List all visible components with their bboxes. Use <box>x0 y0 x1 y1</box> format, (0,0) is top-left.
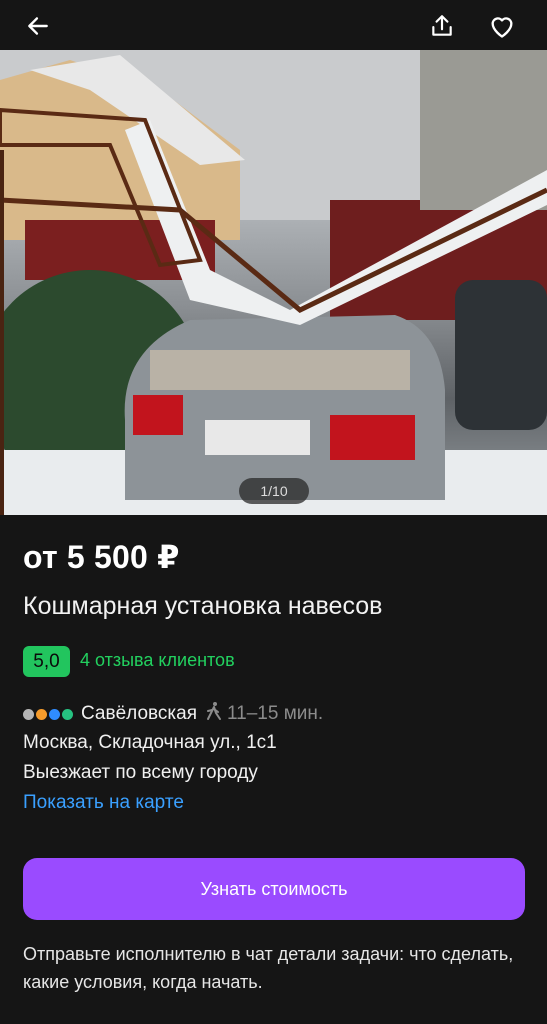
service-area: Выезжает по всему городу <box>23 762 258 783</box>
share-icon <box>432 15 452 36</box>
walking-person-icon <box>205 701 223 727</box>
share-button[interactable] <box>422 6 462 46</box>
back-button[interactable] <box>18 6 58 46</box>
listing-photo[interactable] <box>0 50 547 515</box>
metro-station: Савёловская <box>81 703 197 724</box>
reviews-link[interactable]: 4 отзыва клиентов <box>80 650 235 671</box>
favorite-button[interactable] <box>482 6 522 46</box>
heart-icon <box>491 17 513 38</box>
address: Москва, Складочная ул., 1с1 <box>23 732 277 753</box>
price: от 5 500 ₽ <box>23 539 180 575</box>
collapsed-canopy-image <box>0 50 547 515</box>
walk-time: 11–15 мин. <box>227 703 324 724</box>
photo-counter: 1/10 <box>239 478 309 504</box>
metro-line-dot <box>62 708 73 720</box>
arrow-left-icon <box>28 17 48 35</box>
chat-hint: Отправьте исполнителю в чат детали задач… <box>23 944 514 992</box>
metro-line-dot <box>36 708 47 720</box>
get-price-button[interactable]: Узнать стоимость <box>23 858 525 920</box>
metro-info: Савёловская 11–15 мин. <box>23 701 323 727</box>
top-bar <box>0 0 547 50</box>
metro-line-dot <box>23 708 34 720</box>
metro-line-dot <box>49 708 60 720</box>
show-on-map-link[interactable]: Показать на карте <box>23 792 184 814</box>
listing-title: Кошмарная установка навесов <box>23 592 383 620</box>
rating-badge[interactable]: 5,0 <box>23 646 70 677</box>
